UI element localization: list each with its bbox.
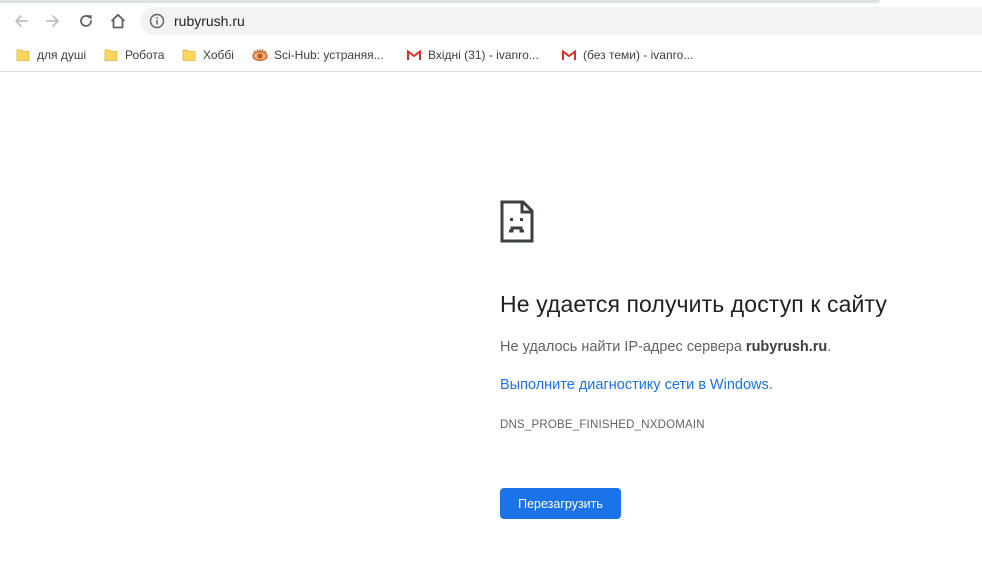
tab-strip [0, 0, 880, 3]
bookmark-scihub[interactable]: Sci-Hub: устраняя... [252, 45, 384, 65]
info-icon[interactable] [149, 13, 165, 29]
diagnostics-line: Выполните диагностику сети в Windows. [500, 377, 773, 393]
bookmark-label: Робота [125, 48, 165, 62]
bookmark-label: Хоббі [203, 48, 234, 62]
diagnostics-suffix: . [768, 377, 773, 393]
bookmark-robota[interactable]: Робота [103, 45, 164, 65]
reload-button[interactable] [73, 8, 99, 34]
sad-page-icon [500, 200, 534, 243]
url-text[interactable]: rubyrush.ru [174, 13, 245, 29]
bookmark-bez-temy[interactable]: (без теми) - ivanro... [561, 45, 693, 65]
error-description-suffix: . [827, 339, 832, 355]
bookmark-vkhidni[interactable]: Вхідні (31) - ivanro... [406, 45, 539, 65]
bookmarks-bar: для душі Робота Хоббі Sci-Hub: устраняя.… [0, 40, 982, 72]
error-code: DNS_PROBE_FINISHED_NXDOMAIN [500, 419, 705, 431]
bookmark-dlya-dushi[interactable]: для душі [15, 45, 86, 65]
folder-icon [181, 47, 197, 63]
reload-icon [80, 15, 92, 27]
bookmark-label: (без теми) - ivanro... [583, 48, 694, 62]
gmail-icon [561, 47, 577, 63]
back-arrow-icon [15, 15, 28, 27]
folder-icon [103, 47, 119, 63]
error-title: Не удается получить доступ к сайту [500, 291, 887, 317]
scihub-icon [252, 47, 268, 63]
error-host: rubyrush.ru [745, 339, 828, 355]
bookmark-hobbi[interactable]: Хоббі [181, 45, 234, 65]
bookmark-label: Вхідні (31) - ivanro... [428, 48, 539, 62]
back-button[interactable] [8, 8, 34, 34]
home-icon [110, 13, 126, 29]
forward-arrow-icon [46, 15, 59, 27]
forward-button[interactable] [40, 8, 66, 34]
bookmark-label: для душі [37, 48, 87, 62]
browser-toolbar: rubyrush.ru [0, 0, 982, 40]
folder-icon [15, 47, 31, 63]
error-description-text: Не удалось найти IP-адрес сервера [500, 339, 746, 355]
reload-page-button[interactable]: Перезагрузить [500, 488, 621, 519]
address-bar[interactable]: rubyrush.ru [140, 7, 982, 35]
home-button[interactable] [105, 8, 131, 34]
diagnostics-link[interactable]: Выполните диагностику сети в Windows [500, 377, 769, 393]
error-description: Не удалось найти IP-адрес сервера rubyru… [500, 339, 831, 355]
bookmark-label: Sci-Hub: устраняя... [274, 48, 384, 62]
gmail-icon [406, 47, 422, 63]
